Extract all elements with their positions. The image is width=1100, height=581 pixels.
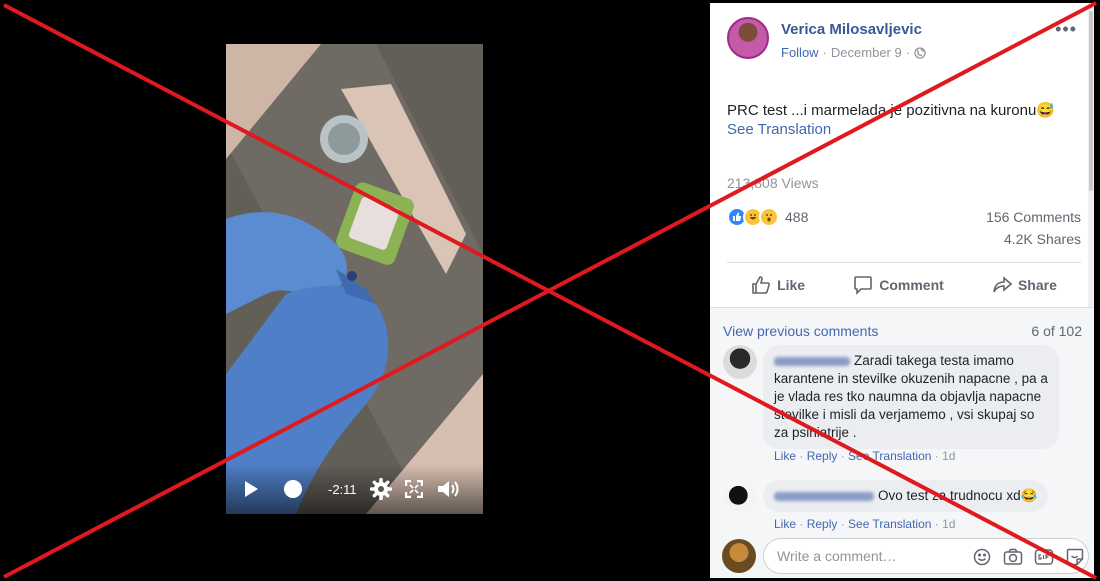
progress-scrubber[interactable]: [284, 480, 302, 498]
author-name[interactable]: Verica Milosavljevic: [781, 21, 922, 38]
comment-text: Ovo test za trudnocu xd😂: [878, 488, 1038, 503]
gear-icon[interactable]: [369, 477, 393, 501]
like-label: Like: [777, 277, 806, 293]
share-label: Share: [1017, 277, 1057, 293]
scroll-thumb[interactable]: [1089, 11, 1093, 191]
play-icon[interactable]: [240, 478, 262, 500]
volume-icon[interactable]: [437, 478, 461, 500]
shares-count[interactable]: 4.2K Shares: [1004, 231, 1081, 247]
comment-see-translation-link[interactable]: See Translation: [848, 517, 931, 531]
comment-item: Zaradi takega testa imamo karantene in s…: [723, 345, 1083, 463]
wow-reaction-icon: [759, 207, 779, 227]
comment-age: 1d: [942, 517, 956, 531]
follow-link[interactable]: Follow: [781, 45, 819, 60]
comment-item: Ovo test za trudnocu xd😂 Like · Reply · …: [723, 480, 1083, 532]
thumbs-up-icon: [751, 275, 771, 295]
sticker-icon[interactable]: [1065, 548, 1085, 566]
commenter-avatar[interactable]: [723, 480, 757, 514]
comment-bubble: Ovo test za trudnocu xd😂: [763, 480, 1049, 512]
comment-meta: Like · Reply · See Translation · 1d: [774, 517, 956, 531]
more-options-button[interactable]: •••: [1055, 19, 1077, 40]
post-date[interactable]: December 9: [831, 45, 902, 60]
comment-reply-link[interactable]: Reply: [807, 449, 838, 463]
video-controls: -2:11: [226, 464, 483, 514]
video-frame-image: [226, 44, 483, 514]
video-player[interactable]: -2:11: [226, 44, 483, 514]
views-count: 213,808 Views: [727, 175, 819, 191]
post-panel: Verica Milosavljevic Follow · December 9…: [710, 3, 1094, 578]
author-avatar[interactable]: [727, 17, 769, 59]
comment-meta: Like · Reply · See Translation · 1d: [774, 449, 956, 463]
see-translation-link[interactable]: See Translation: [727, 121, 831, 138]
commenter-name-blurred[interactable]: [774, 356, 850, 366]
comment-bubble: Zaradi takega testa imamo karantene in s…: [763, 345, 1059, 449]
reactions-summary[interactable]: 488: [727, 207, 808, 227]
reaction-count[interactable]: 488: [785, 209, 808, 225]
post-text: PRC test ...i marmelada je pozitivna na …: [727, 102, 1055, 119]
comment-like-link[interactable]: Like: [774, 449, 796, 463]
commenter-name-blurred[interactable]: [774, 491, 874, 501]
comment-reply-link[interactable]: Reply: [807, 517, 838, 531]
commenter-avatar[interactable]: [723, 345, 757, 379]
comment-label: Comment: [879, 277, 944, 293]
emoji-icon[interactable]: [972, 548, 992, 566]
share-button[interactable]: Share: [992, 275, 1057, 295]
share-icon: [992, 275, 1012, 295]
write-comment-row: [710, 537, 1094, 578]
meta-separator: ·: [905, 45, 911, 60]
meta-separator: ·: [822, 45, 827, 60]
view-previous-comments-link[interactable]: View previous comments: [723, 323, 878, 339]
video-area: -2:11: [0, 0, 710, 581]
fullscreen-icon[interactable]: [403, 478, 425, 500]
comment-age: 1d: [942, 449, 956, 463]
globe-icon: [914, 46, 926, 59]
my-avatar[interactable]: [722, 539, 756, 573]
comment-page-count: 6 of 102: [1031, 323, 1082, 339]
comment-like-link[interactable]: Like: [774, 517, 796, 531]
comments-count[interactable]: 156 Comments: [986, 209, 1081, 225]
camera-icon[interactable]: [1003, 548, 1023, 566]
comment-see-translation-link[interactable]: See Translation: [848, 449, 931, 463]
time-remaining: -2:11: [328, 481, 357, 497]
post-actions: Like Comment Share: [727, 263, 1081, 307]
comment-input-icons: [972, 548, 1085, 566]
like-button[interactable]: Like: [751, 275, 805, 295]
comment-button[interactable]: Comment: [853, 275, 944, 295]
gif-icon[interactable]: [1034, 548, 1054, 566]
comment-text: Zaradi takega testa imamo karantene in s…: [774, 353, 1048, 440]
post-header: Verica Milosavljevic Follow · December 9…: [727, 17, 1077, 67]
comment-icon: [853, 275, 873, 295]
post-meta: Follow · December 9 ·: [781, 45, 926, 60]
